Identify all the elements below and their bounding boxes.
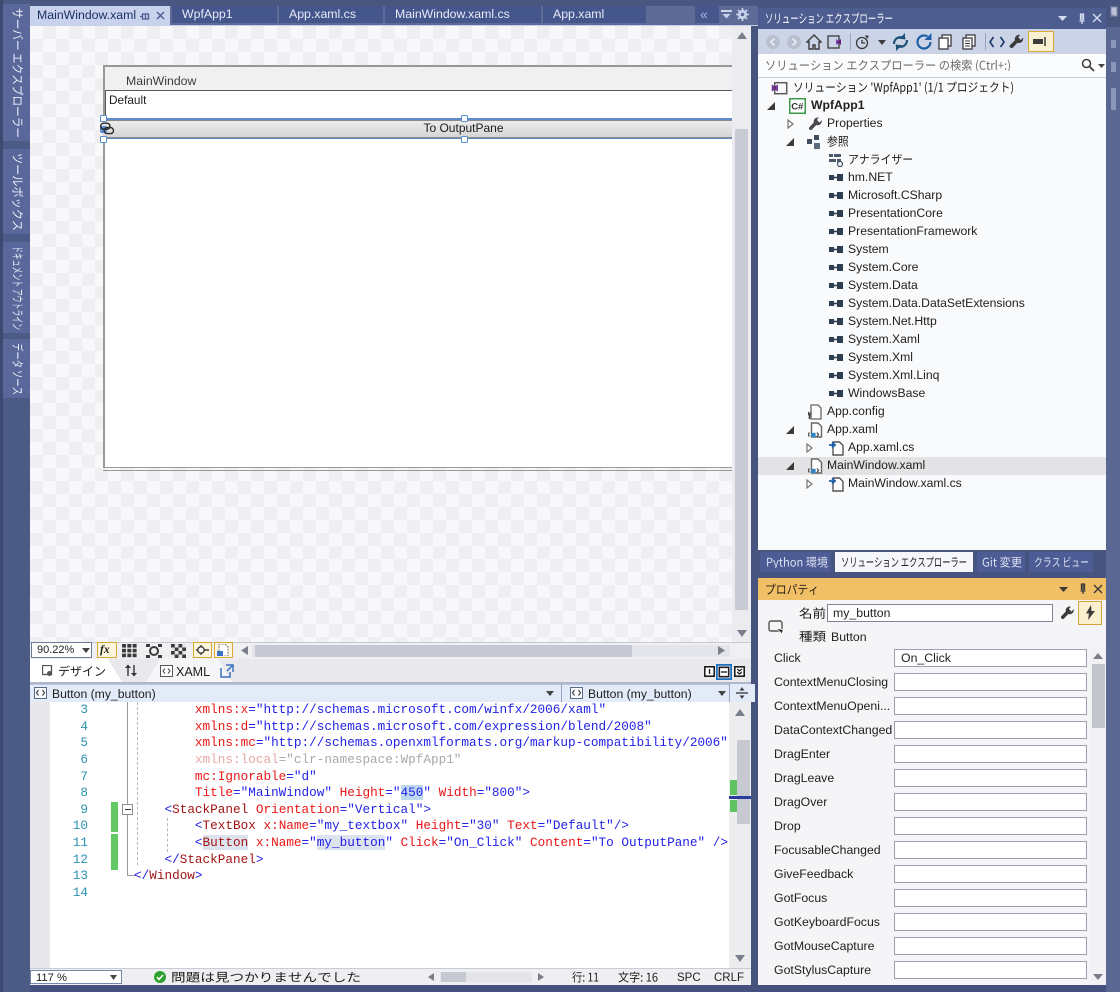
svg-text:C#: C#	[791, 102, 804, 113]
